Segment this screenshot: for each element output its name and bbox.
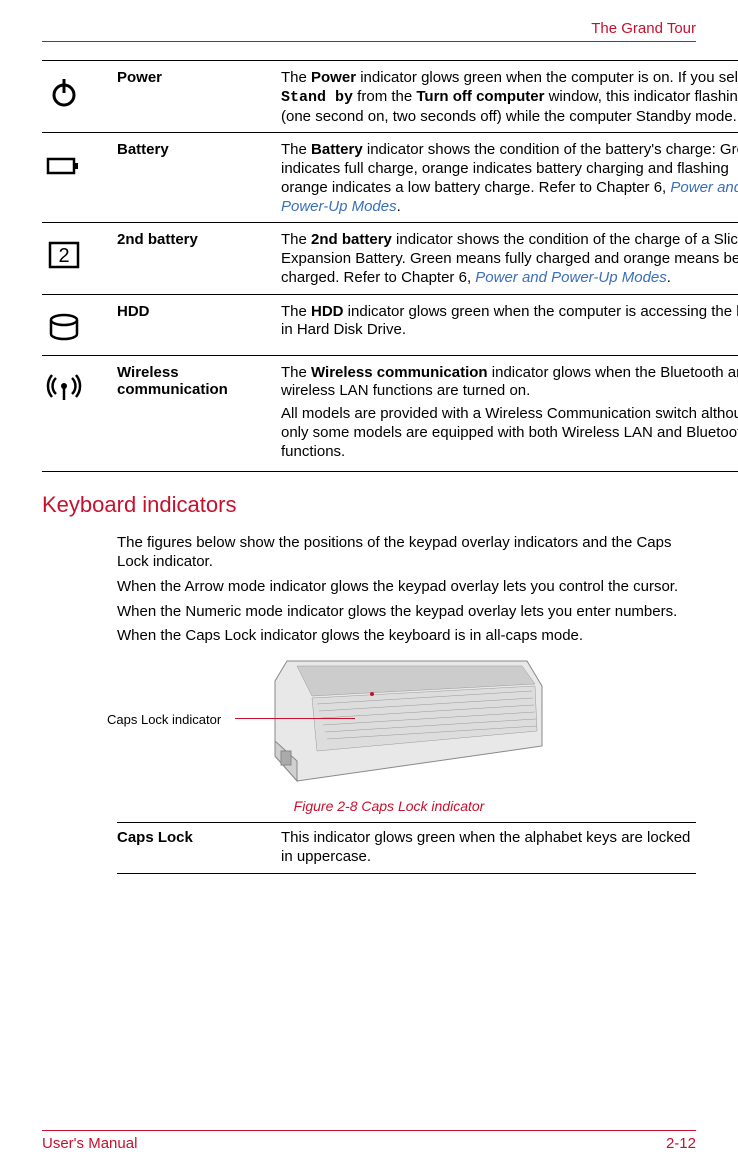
- indicator-row-hdd: HDD The HDD indicator glows green when t…: [42, 294, 738, 355]
- section-body: The figures below show the positions of …: [117, 534, 696, 646]
- indicator-label: Battery: [117, 139, 281, 158]
- header-divider: [42, 41, 696, 42]
- indicator-row-2nd-battery: 2 2nd battery The 2nd battery indicator …: [42, 222, 738, 293]
- body-paragraph: The figures below show the positions of …: [117, 534, 696, 572]
- indicator-label: Wireless communication: [117, 362, 281, 398]
- battery-icon: [42, 139, 117, 187]
- figure-callout-line: [235, 718, 355, 719]
- wireless-icon: [42, 362, 117, 410]
- figure-caption: Figure 2-8 Caps Lock indicator: [82, 798, 696, 814]
- body-paragraph: When the Caps Lock indicator glows the k…: [117, 627, 696, 646]
- svg-text:2: 2: [58, 245, 69, 267]
- indicator-description: The 2nd battery indicator shows the cond…: [281, 229, 738, 287]
- indicator-label: 2nd battery: [117, 229, 281, 248]
- capslock-description: This indicator glows green when the alph…: [281, 829, 696, 867]
- footer-left: User's Manual: [42, 1135, 137, 1152]
- indicator-description: The Battery indicator shows the conditio…: [281, 139, 738, 216]
- link-power-modes[interactable]: Power and Power-Up Modes: [475, 269, 666, 286]
- hdd-icon: [42, 301, 117, 349]
- footer-divider: [42, 1130, 696, 1131]
- figure-caps-lock: Caps Lock indicator: [117, 656, 696, 790]
- section-heading-keyboard-indicators: Keyboard indicators: [42, 492, 696, 518]
- indicator-label: HDD: [117, 301, 281, 320]
- indicator-row-wireless: Wireless communication The Wireless comm…: [42, 355, 738, 473]
- laptop-illustration: [267, 656, 547, 786]
- second-battery-icon: 2: [42, 229, 117, 277]
- indicators-table: Power The Power indicator glows green wh…: [117, 60, 738, 472]
- indicator-description: The Wireless communication indicator glo…: [281, 362, 738, 466]
- page-footer: User's Manual 2-12: [42, 1130, 696, 1152]
- body-paragraph: When the Arrow mode indicator glows the …: [117, 578, 696, 597]
- body-paragraph: When the Numeric mode indicator glows th…: [117, 603, 696, 622]
- indicator-description: The Power indicator glows green when the…: [281, 67, 738, 126]
- indicator-row-battery: Battery The Battery indicator shows the …: [42, 132, 738, 222]
- indicator-description: The HDD indicator glows green when the c…: [281, 301, 738, 341]
- capslock-table: Caps Lock This indicator glows green whe…: [117, 822, 696, 874]
- capslock-row: Caps Lock This indicator glows green whe…: [117, 822, 696, 874]
- footer-right: 2-12: [666, 1135, 696, 1152]
- indicator-label: Power: [117, 67, 281, 86]
- indicator-row-power: Power The Power indicator glows green wh…: [42, 60, 738, 132]
- figure-callout-label: Caps Lock indicator: [107, 712, 221, 727]
- power-icon: [42, 67, 117, 115]
- page-header: The Grand Tour: [42, 20, 696, 37]
- capslock-label: Caps Lock: [117, 829, 281, 867]
